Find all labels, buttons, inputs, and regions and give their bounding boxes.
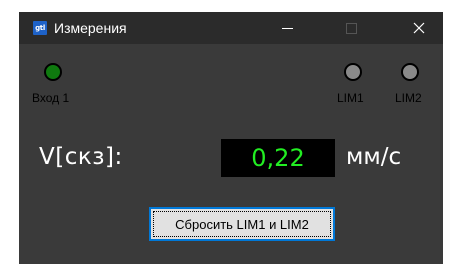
maximize-button[interactable] [329,12,373,44]
maximize-icon [345,22,357,34]
app-icon: gtl [33,21,47,35]
window-frame: gtl Измерения Вход 1 LIM1 LIM2 V[скз]: 0… [19,12,443,264]
measurement-window: gtl Измерения Вход 1 LIM1 LIM2 V[скз]: 0… [0,0,452,264]
measurement-value-display: 0,22 [221,139,335,177]
minimize-button[interactable] [265,12,309,44]
reset-lim-button[interactable]: Сбросить LIM1 и LIM2 [149,207,335,241]
lim1-indicator-led [344,63,362,81]
window-title: Измерения [54,20,127,36]
minimize-icon [281,27,293,29]
input1-indicator-label: Вход 1 [32,91,70,105]
lim1-indicator-label: LIM1 [337,91,364,105]
reset-lim-button-label: Сбросить LIM1 и LIM2 [175,216,309,232]
measurement-unit: мм/с [346,144,402,170]
close-button[interactable] [397,12,441,44]
lim2-indicator-label: LIM2 [395,91,422,105]
close-icon [413,22,425,34]
measurement-value: 0,22 [251,144,305,172]
lim2-indicator-led [401,63,419,81]
app-icon-text: gtl [35,23,45,32]
measurement-label: V[скз]: [39,144,123,170]
title-bar[interactable]: gtl Измерения [19,12,443,44]
input1-indicator-led [44,63,62,81]
